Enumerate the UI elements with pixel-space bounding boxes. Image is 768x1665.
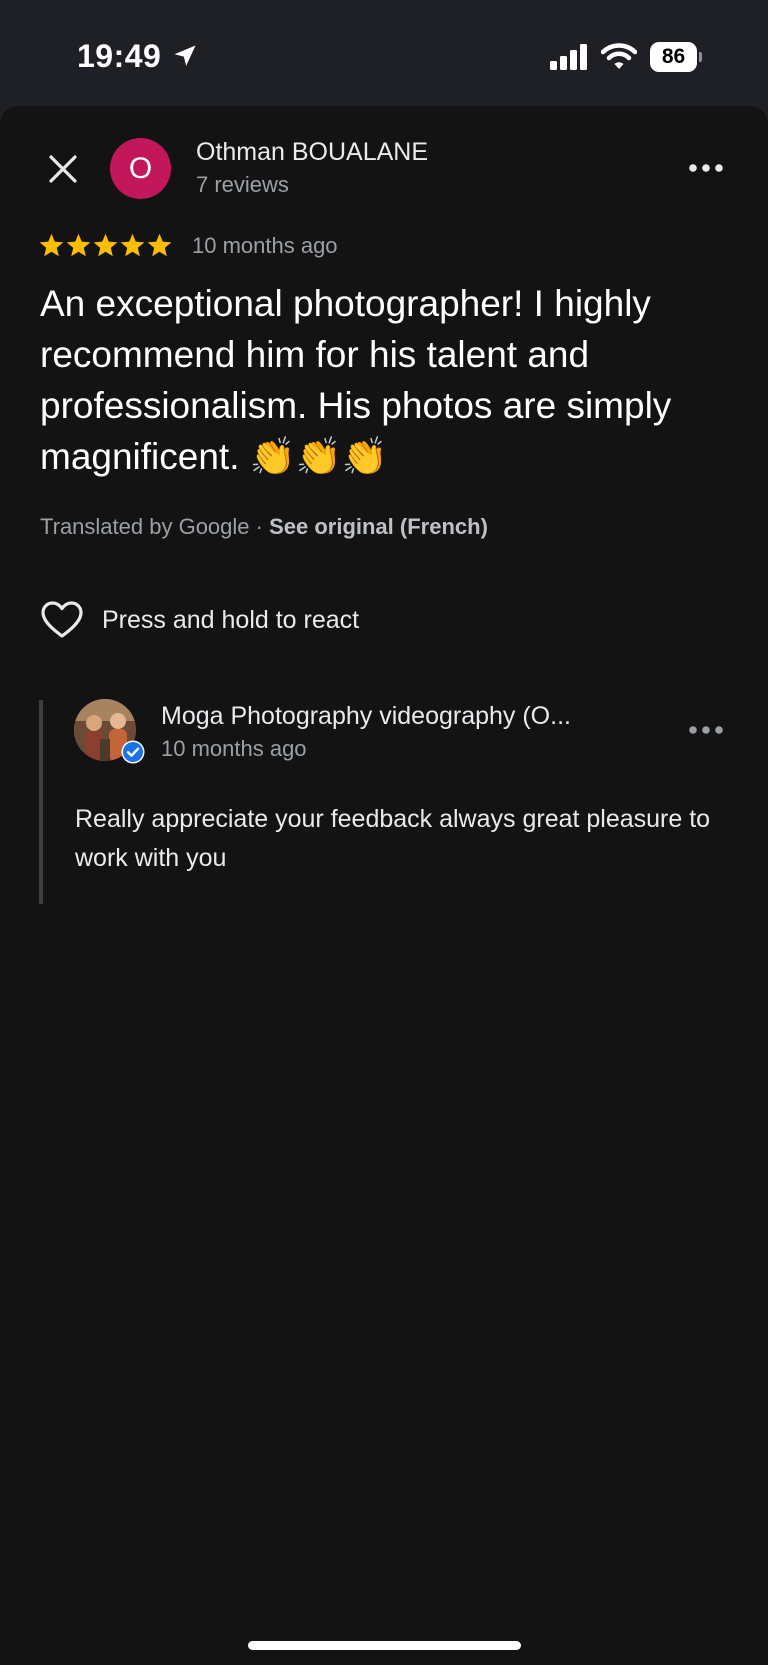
battery-icon: 86 [650,42,702,72]
more-horizontal-icon [689,726,723,734]
star-icon [39,233,64,257]
reviewer-review-count: 7 reviews [196,172,289,197]
star-icon [120,233,145,257]
heart-icon [41,601,83,638]
verified-badge-icon [121,740,145,764]
location-arrow-icon [174,45,196,66]
wifi-icon [601,43,637,69]
star-icon [66,233,91,257]
home-indicator[interactable] [248,1641,521,1650]
translated-by-label: Translated by Google · [40,514,270,539]
reply-more-options-button[interactable] [686,716,726,744]
owner-reply-text: Really appreciate your feedback always g… [75,805,711,872]
reviewer-avatar[interactable]: O [110,138,171,199]
reviewer-name[interactable]: Othman BOUALANE [196,138,428,167]
close-icon [49,155,77,183]
react-label: Press and hold to react [102,605,360,634]
review-more-options-button[interactable] [686,154,726,182]
close-button[interactable] [40,146,86,192]
star-icon [147,233,172,257]
cellular-signal-icon [550,44,587,70]
more-horizontal-icon [689,164,723,172]
status-bar: 19:49 86 [0,0,768,105]
translation-note: Translated by Google · See original (Fre… [40,514,488,540]
owner-name[interactable]: Moga Photography videography (O... [161,702,571,731]
review-time: 10 months ago [192,233,338,258]
react-button[interactable]: Press and hold to react [40,600,359,640]
battery-level: 86 [650,42,697,72]
star-icon [93,233,118,257]
status-time: 19:49 [77,38,162,74]
reply-divider [39,700,43,904]
star-rating [38,232,173,259]
battery-tip [699,52,702,62]
review-text: An exceptional photographer! I highly re… [40,283,672,477]
see-original-link[interactable]: See original (French) [269,514,488,539]
owner-reply-time: 10 months ago [161,736,307,761]
